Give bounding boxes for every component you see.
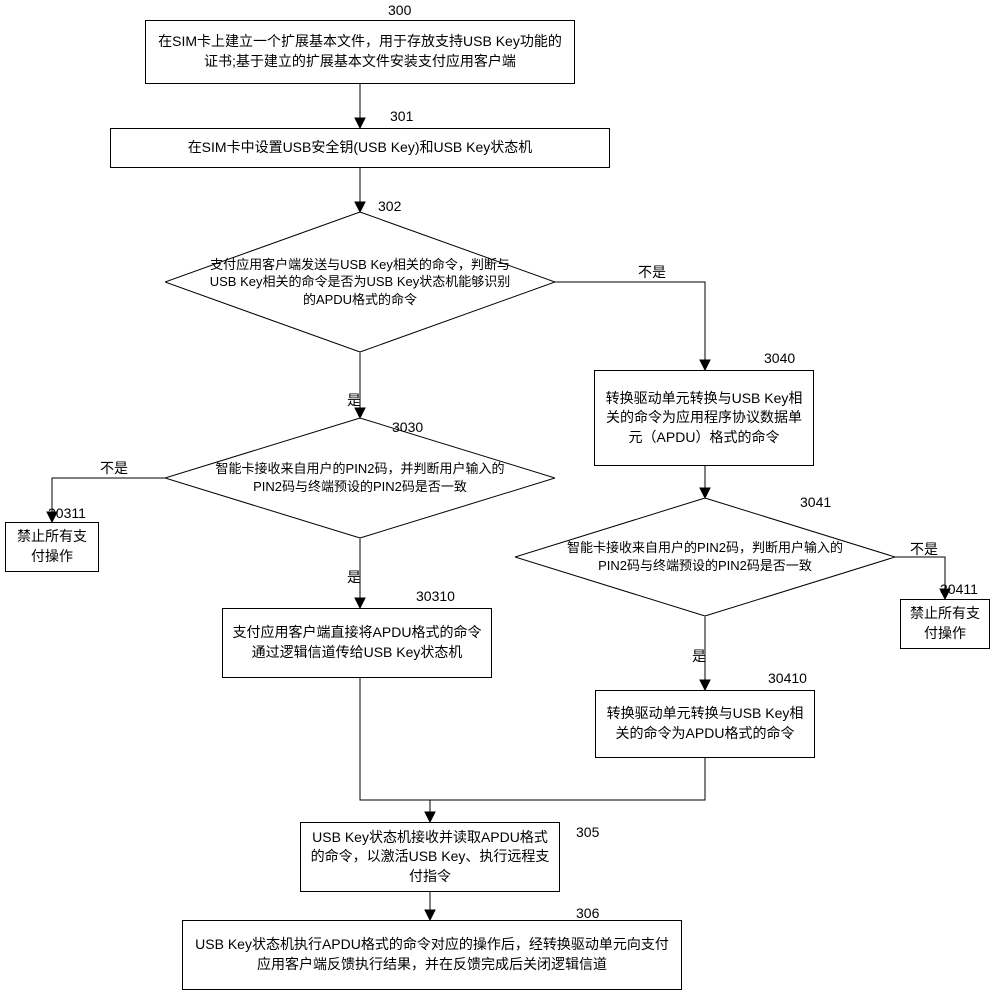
process-text: 转换驱动单元转换与USB Key相关的命令为应用程序协议数据单元（APDU）格式… [603, 389, 805, 448]
process-box-300: 在SIM卡上建立一个扩展基本文件，用于存放支持USB Key功能的证书;基于建立… [145, 20, 575, 84]
process-text: 支付应用客户端直接将APDU格式的命令通过逻辑信道传给USB Key状态机 [231, 623, 483, 662]
edge-label-no: 不是 [910, 539, 938, 559]
ref-3040: 3040 [764, 350, 795, 366]
process-text: USB Key状态机接收并读取APDU格式的命令，以激活USB Key、执行远程… [309, 828, 551, 887]
decision-text: 智能卡接收来自用户的PIN2码，并判断用户输入的PIN2码与终端预设的PIN2码… [205, 460, 515, 495]
ref-302: 302 [378, 198, 401, 214]
process-text: 在SIM卡中设置USB安全钥(USB Key)和USB Key状态机 [188, 138, 533, 158]
decision-3030: 智能卡接收来自用户的PIN2码，并判断用户输入的PIN2码与终端预设的PIN2码… [165, 418, 555, 538]
process-text: 禁止所有支付操作 [909, 604, 981, 643]
process-text: 在SIM卡上建立一个扩展基本文件，用于存放支持USB Key功能的证书;基于建立… [154, 32, 566, 71]
decision-text: 智能卡接收来自用户的PIN2码，判断用户输入的PIN2码与终端预设的PIN2码是… [555, 539, 855, 574]
edge-label-yes: 是 [692, 646, 706, 666]
process-box-30311: 禁止所有支付操作 [5, 522, 99, 572]
process-box-306: USB Key状态机执行APDU格式的命令对应的操作后，经转换驱动单元向支付应用… [182, 920, 682, 990]
ref-30311: 30311 [48, 505, 86, 521]
ref-30410: 30410 [768, 670, 807, 686]
ref-301: 301 [390, 108, 413, 124]
ref-3030: 3030 [392, 419, 423, 435]
process-box-30411: 禁止所有支付操作 [900, 599, 990, 649]
process-text: 禁止所有支付操作 [14, 527, 90, 566]
ref-30310: 30310 [416, 588, 455, 604]
ref-3041: 3041 [800, 494, 831, 510]
process-box-30410: 转换驱动单元转换与USB Key相关的命令为APDU格式的命令 [595, 690, 815, 758]
decision-3041: 智能卡接收来自用户的PIN2码，判断用户输入的PIN2码与终端预设的PIN2码是… [515, 498, 895, 616]
edge-label-yes: 是 [347, 567, 361, 587]
process-box-30310: 支付应用客户端直接将APDU格式的命令通过逻辑信道传给USB Key状态机 [222, 608, 492, 678]
process-box-301: 在SIM卡中设置USB安全钥(USB Key)和USB Key状态机 [110, 128, 610, 168]
decision-text: 支付应用客户端发送与USB Key相关的命令，判断与USB Key相关的命令是否… [205, 256, 515, 309]
decision-302: 支付应用客户端发送与USB Key相关的命令，判断与USB Key相关的命令是否… [165, 212, 555, 352]
process-box-3040: 转换驱动单元转换与USB Key相关的命令为应用程序协议数据单元（APDU）格式… [594, 370, 814, 466]
edge-label-no: 不是 [638, 262, 666, 282]
process-text: 转换驱动单元转换与USB Key相关的命令为APDU格式的命令 [604, 704, 806, 743]
edge-label-yes: 是 [347, 390, 361, 410]
ref-30411: 30411 [940, 581, 978, 597]
edge-label-no: 不是 [100, 458, 128, 478]
process-text: USB Key状态机执行APDU格式的命令对应的操作后，经转换驱动单元向支付应用… [191, 935, 673, 974]
ref-306: 306 [576, 905, 599, 921]
process-box-305: USB Key状态机接收并读取APDU格式的命令，以激活USB Key、执行远程… [300, 822, 560, 892]
ref-300: 300 [388, 2, 411, 18]
ref-305: 305 [576, 824, 599, 840]
